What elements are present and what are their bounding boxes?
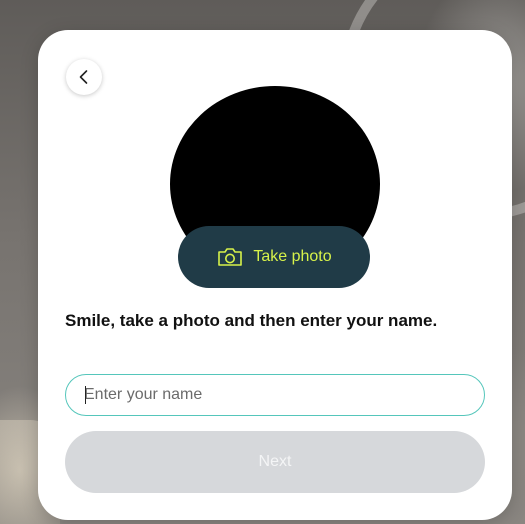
text-caret bbox=[85, 386, 86, 404]
camera-icon bbox=[216, 246, 244, 268]
next-button[interactable]: Next bbox=[65, 431, 485, 493]
chevron-left-icon bbox=[79, 70, 88, 84]
profile-photo-dialog: Take photo Smile, take a photo and then … bbox=[38, 30, 512, 520]
instruction-text: Smile, take a photo and then enter your … bbox=[65, 311, 438, 330]
take-photo-button[interactable]: Take photo bbox=[178, 226, 370, 288]
take-photo-label: Take photo bbox=[253, 248, 332, 265]
name-input[interactable] bbox=[65, 374, 485, 416]
back-button[interactable] bbox=[66, 59, 102, 95]
